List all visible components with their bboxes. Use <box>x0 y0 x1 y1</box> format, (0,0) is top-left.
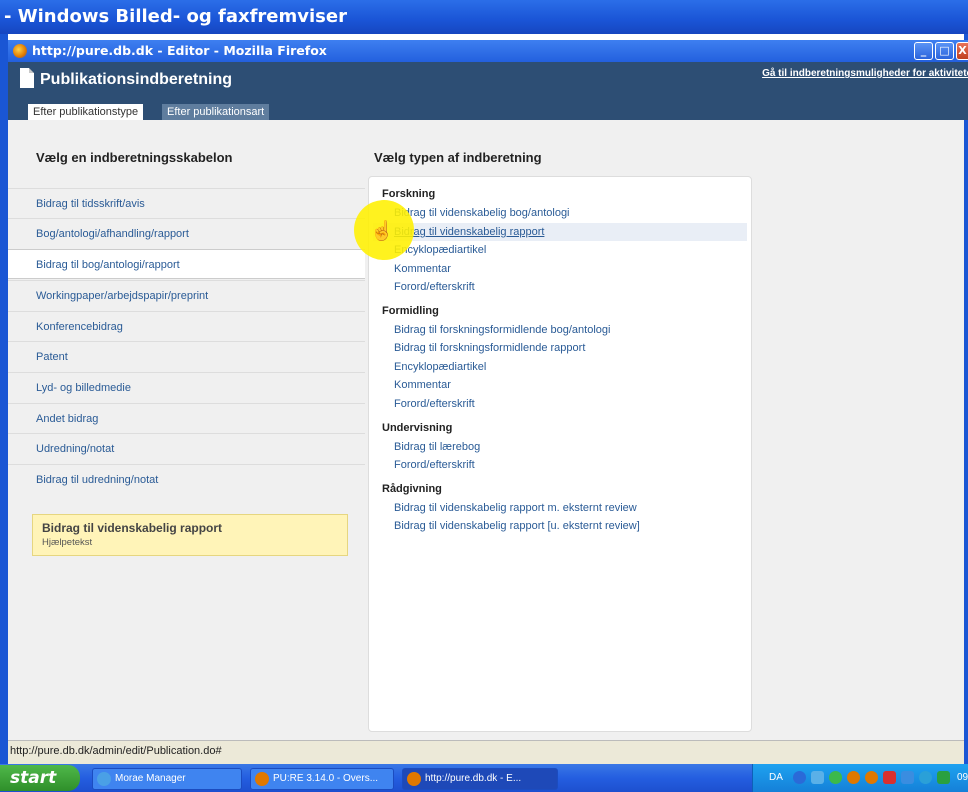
template-item[interactable]: Workingpaper/arbejdspapir/preprint <box>8 280 365 310</box>
minimize-button[interactable]: _ <box>914 42 933 60</box>
type-link[interactable]: Bidrag til videnskabelig bog/antologi <box>394 207 570 219</box>
template-item[interactable]: Bog/antologi/afhandling/rapport <box>8 218 365 248</box>
type-link[interactable]: Bidrag til videnskabelig rapport m. ekst… <box>394 502 637 514</box>
display-icon[interactable] <box>901 771 914 784</box>
category-title-raadgivning: Rådgivning <box>382 483 442 495</box>
help-text: Hjælpetekst <box>42 537 93 548</box>
pure-header: Publikationsindberetning Gå til indberet… <box>8 62 968 121</box>
type-link[interactable]: Forord/efterskrift <box>394 398 475 410</box>
main-content: Vælg en indberetningsskabelon Vælg typen… <box>8 120 964 740</box>
template-item[interactable]: Konferencebidrag <box>8 311 365 341</box>
status-bar: http://pure.db.dk/admin/edit/Publication… <box>8 740 964 764</box>
firefox-icon <box>407 772 421 786</box>
taskbar: start Morae Manager PU:RE 3.14.0 - Overs… <box>0 764 968 792</box>
task-label: Morae Manager <box>115 773 186 784</box>
clock: 09 <box>957 772 968 783</box>
template-item[interactable]: Bidrag til tidsskrift/avis <box>8 188 365 218</box>
tab-publication-category[interactable]: Efter publikationsart <box>162 104 270 121</box>
type-link[interactable]: Kommentar <box>394 263 451 275</box>
browser-title: http://pure.db.dk - Editor - Mozilla Fir… <box>32 43 327 58</box>
page-title: Publikationsindberetning <box>40 71 233 88</box>
outer-window-titlebar: - Windows Billed- og faxfremviser <box>0 0 968 34</box>
language-indicator[interactable]: DA <box>769 772 783 783</box>
task-pure-editor[interactable]: http://pure.db.dk - E... <box>402 768 558 790</box>
window-right-border <box>964 34 968 764</box>
type-link[interactable]: Bidrag til lærebog <box>394 441 480 453</box>
type-link[interactable]: Forord/efterskrift <box>394 459 475 471</box>
help-title: Bidrag til videnskabelig rapport <box>42 521 223 535</box>
morae-icon <box>97 772 111 786</box>
type-link[interactable]: Bidrag til videnskabelig rapport [u. eks… <box>394 520 640 532</box>
category-title-formidling: Formidling <box>382 305 439 317</box>
type-link[interactable]: Encyklopædiartikel <box>394 361 486 373</box>
tab-publication-type[interactable]: Efter publikationstype <box>28 104 144 121</box>
system-tray: DA 09 <box>752 764 968 792</box>
media-icon[interactable] <box>883 771 896 784</box>
firefox-icon <box>255 772 269 786</box>
template-item-selected[interactable]: Bidrag til bog/antologi/rapport <box>8 249 365 279</box>
maximize-button[interactable]: □ <box>935 42 954 60</box>
network-icon[interactable] <box>811 771 824 784</box>
activities-link[interactable]: Gå til indberetningsmuligheder for aktiv… <box>762 68 968 79</box>
template-heading: Vælg en indberetningsskabelon <box>36 150 233 165</box>
task-morae-manager[interactable]: Morae Manager <box>92 768 242 790</box>
type-link[interactable]: Kommentar <box>394 379 451 391</box>
template-item[interactable]: Lyd- og billedmedie <box>8 372 365 402</box>
type-heading: Vælg typen af indberetning <box>374 150 542 165</box>
type-link[interactable]: Bidrag til forskningsformidlende bog/ant… <box>394 324 610 336</box>
task-label: http://pure.db.dk - E... <box>425 773 522 784</box>
type-panel: Forskning Bidrag til videnskabelig bog/a… <box>368 176 752 732</box>
close-button[interactable]: X <box>956 42 968 60</box>
update-icon[interactable] <box>937 771 950 784</box>
category-title-undervisning: Undervisning <box>382 422 453 434</box>
template-item[interactable]: Bidrag til udredning/notat <box>8 464 365 494</box>
template-item[interactable]: Andet bidrag <box>8 403 365 433</box>
volume-icon[interactable] <box>919 771 932 784</box>
template-item[interactable]: Patent <box>8 341 365 371</box>
hand-cursor-icon: ☝ <box>370 221 394 242</box>
window-left-border <box>0 34 8 764</box>
help-box: Bidrag til videnskabelig rapport Hjælpet… <box>32 514 348 556</box>
type-link[interactable]: Forord/efterskrift <box>394 281 475 293</box>
browser-titlebar[interactable]: http://pure.db.dk - Editor - Mozilla Fir… <box>8 40 968 62</box>
task-label: PU:RE 3.14.0 - Overs... <box>273 773 379 784</box>
document-icon <box>20 68 34 88</box>
category-title-forskning: Forskning <box>382 188 436 200</box>
security-icon[interactable] <box>829 771 842 784</box>
firefox-tray-icon[interactable] <box>847 771 860 784</box>
back-arrow-icon[interactable] <box>793 771 806 784</box>
firefox-tray-icon-2[interactable] <box>865 771 878 784</box>
type-link-hovered[interactable]: Bidrag til videnskabelig rapport <box>373 223 747 241</box>
task-pure-overview[interactable]: PU:RE 3.14.0 - Overs... <box>250 768 394 790</box>
type-link[interactable]: Bidrag til forskningsformidlende rapport <box>394 342 585 354</box>
template-item[interactable]: Udredning/notat <box>8 433 365 463</box>
firefox-icon <box>13 44 27 58</box>
outer-window-title: - Windows Billed- og faxfremviser <box>4 6 347 27</box>
start-button[interactable]: start <box>0 765 80 791</box>
